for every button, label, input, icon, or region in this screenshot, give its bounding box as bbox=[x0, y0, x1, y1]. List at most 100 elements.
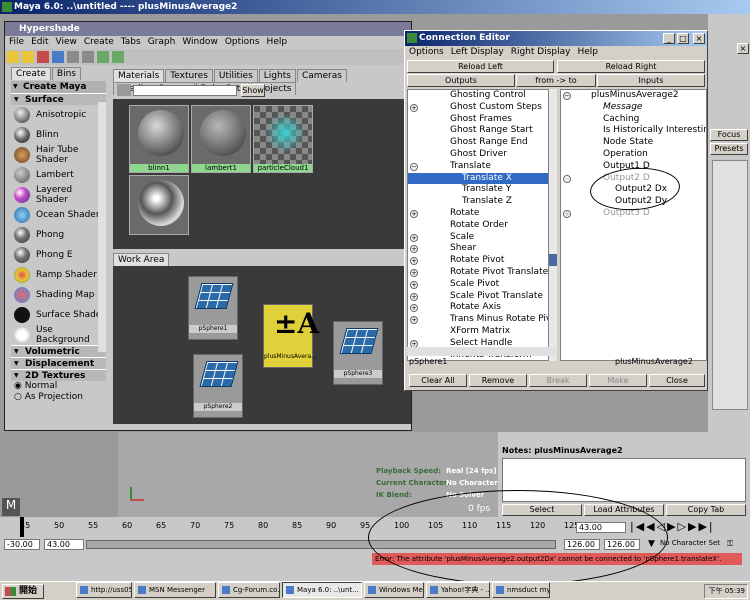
ce-left-item[interactable]: + Scale bbox=[408, 232, 548, 244]
outputs-button[interactable]: Outputs bbox=[407, 74, 515, 87]
radio-icon[interactable]: ○ bbox=[14, 392, 25, 402]
graph-node-psphere1[interactable]: pSphere1 bbox=[188, 276, 238, 340]
surface-item[interactable]: Blinn bbox=[11, 125, 106, 145]
inputs-button[interactable]: Inputs bbox=[597, 74, 705, 87]
taskbar-item[interactable]: MSN Messenger bbox=[134, 582, 216, 598]
create-maya-nodes-header[interactable]: ▼Create Maya Nodes bbox=[11, 81, 106, 104]
work-area-tab[interactable]: Work Area bbox=[113, 253, 170, 266]
radio-option[interactable]: ◉ Normal bbox=[11, 381, 106, 392]
taskbar-item[interactable]: Yahoo!字典 - ... bbox=[426, 582, 490, 598]
close-icon[interactable]: × bbox=[693, 33, 705, 44]
menu-item-edit[interactable]: Edit bbox=[31, 37, 48, 47]
ce-left-item[interactable]: + Shear bbox=[408, 243, 548, 255]
graph-node-psphere2[interactable]: pSphere2 bbox=[193, 354, 243, 418]
ce-left-item[interactable]: Ghost Range End bbox=[408, 137, 548, 149]
taskbar-item[interactable]: http://uss05.hk... bbox=[76, 582, 132, 598]
surface-item[interactable]: Layered Shader bbox=[11, 185, 106, 205]
copy-tab-button[interactable]: Copy Tab bbox=[666, 504, 746, 516]
ce-right-item[interactable]: Operation bbox=[561, 149, 706, 161]
material-swatch[interactable]: blinn1 bbox=[129, 105, 189, 173]
ce-left-item[interactable]: Translate Y bbox=[408, 184, 548, 196]
menu-item-graph[interactable]: Graph bbox=[148, 37, 176, 47]
menu-item-options[interactable]: Options bbox=[409, 47, 444, 57]
ce-left-item[interactable]: Ghost Driver bbox=[408, 149, 548, 161]
tab-lights[interactable]: Lights bbox=[258, 69, 296, 82]
scroll-thumb[interactable] bbox=[549, 254, 557, 266]
left-hscrollbar[interactable] bbox=[407, 347, 557, 356]
ce-left-item[interactable]: − Translate bbox=[408, 161, 548, 173]
toolbar-icon[interactable] bbox=[52, 51, 64, 63]
expand-icon[interactable]: + bbox=[410, 233, 418, 242]
menu-item-left-display[interactable]: Left Display bbox=[451, 47, 504, 57]
ce-left-item[interactable]: + Scale Pivot bbox=[408, 279, 548, 291]
filter-input[interactable] bbox=[133, 85, 237, 96]
focus-button[interactable]: Focus bbox=[710, 129, 748, 141]
expand-icon[interactable]: + bbox=[410, 245, 418, 254]
ce-right-item[interactable]: Node State bbox=[561, 137, 706, 149]
tab-materials[interactable]: Materials bbox=[113, 69, 165, 82]
toolbar-icon[interactable] bbox=[22, 51, 34, 63]
ce-left-item[interactable]: XForm Matrix bbox=[408, 326, 548, 338]
reload-left-button[interactable]: Reload Left bbox=[407, 60, 554, 73]
menu-item-options[interactable]: Options bbox=[225, 37, 260, 47]
menu-item-help[interactable]: Help bbox=[577, 47, 598, 57]
remove-button[interactable]: Remove bbox=[469, 374, 527, 387]
toolbar-icon[interactable] bbox=[7, 51, 19, 63]
menu-item-file[interactable]: File bbox=[9, 37, 24, 47]
expand-icon[interactable]: + bbox=[410, 280, 418, 289]
expand-icon[interactable]: − bbox=[563, 174, 571, 183]
expand-icon[interactable]: − bbox=[563, 92, 571, 100]
radio-option[interactable]: ○ As Projection bbox=[11, 392, 106, 403]
surface-item[interactable]: Surface Shader bbox=[11, 305, 106, 325]
ce-left-item[interactable]: + Rotate Axis bbox=[408, 302, 548, 314]
ce-left-item[interactable]: + Rotate Pivot bbox=[408, 255, 548, 267]
range-start-field[interactable]: -30.00 bbox=[4, 539, 40, 550]
menu-item-tabs[interactable]: Tabs bbox=[121, 37, 141, 47]
start-button[interactable]: 開始 bbox=[2, 584, 44, 599]
surface-section[interactable]: Surface bbox=[11, 93, 106, 106]
reload-right-button[interactable]: Reload Right bbox=[557, 60, 705, 73]
minimize-icon[interactable]: _ bbox=[663, 33, 675, 44]
taskbar-item[interactable]: Cg-Forum.co... bbox=[218, 582, 280, 598]
surface-item[interactable]: Phong E bbox=[11, 245, 106, 265]
section-volumetric[interactable]: Volumetric bbox=[11, 345, 106, 358]
expand-icon[interactable]: + bbox=[563, 209, 571, 218]
menu-item-view[interactable]: View bbox=[56, 37, 77, 47]
surface-item[interactable]: Lambert bbox=[11, 165, 106, 185]
expand-icon[interactable]: + bbox=[410, 257, 418, 266]
menu-item-window[interactable]: Window bbox=[182, 37, 218, 47]
ce-right-item[interactable]: − plusMinusAverage2 bbox=[561, 90, 706, 102]
tab-create[interactable]: Create bbox=[11, 67, 51, 80]
close-icon[interactable]: × bbox=[737, 43, 749, 54]
toolbar-icon[interactable] bbox=[82, 51, 94, 63]
ce-left-item[interactable]: Ghosting Control bbox=[408, 90, 548, 102]
surface-item[interactable]: Phong bbox=[11, 225, 106, 245]
section-displacement[interactable]: Displacement bbox=[11, 357, 106, 370]
tab-cameras[interactable]: Cameras bbox=[296, 69, 347, 82]
expand-icon[interactable]: + bbox=[410, 304, 418, 313]
surface-item[interactable]: Shading Map bbox=[11, 285, 106, 305]
menu-item-help[interactable]: Help bbox=[267, 37, 288, 47]
direction-button[interactable]: from -> to bbox=[516, 74, 596, 87]
expand-icon[interactable]: − bbox=[410, 162, 418, 171]
make-button[interactable]: Make bbox=[589, 374, 647, 387]
expand-icon[interactable]: + bbox=[410, 292, 418, 301]
surface-item[interactable]: Anisotropic bbox=[11, 105, 106, 125]
ce-left-item[interactable]: + Trans Minus Rotate Pivot bbox=[408, 314, 548, 326]
material-swatch[interactable]: lambert1 bbox=[191, 105, 251, 173]
toolbar-icon[interactable] bbox=[97, 51, 109, 63]
break-button[interactable]: Break bbox=[529, 374, 587, 387]
expand-icon[interactable]: + bbox=[410, 103, 418, 112]
ce-left-item[interactable]: Translate X bbox=[408, 172, 548, 185]
graph-node-plusminusaverage[interactable]: ±A plusMinusAvera... bbox=[263, 304, 319, 368]
menu-item-right-display[interactable]: Right Display bbox=[511, 47, 571, 57]
tab-bins[interactable]: Bins bbox=[51, 67, 81, 80]
ce-left-item[interactable]: Translate Z bbox=[408, 196, 548, 208]
ce-left-item[interactable]: + Rotate bbox=[408, 208, 548, 220]
filter-icon[interactable] bbox=[117, 84, 131, 96]
key-icon[interactable]: ⚿ bbox=[727, 539, 733, 549]
surface-item[interactable]: Ramp Shader bbox=[11, 265, 106, 285]
material-swatch[interactable]: particleCloud1 bbox=[253, 105, 313, 173]
range-current-field[interactable]: 43.00 bbox=[44, 539, 84, 550]
toolbar-icon[interactable] bbox=[67, 51, 79, 63]
